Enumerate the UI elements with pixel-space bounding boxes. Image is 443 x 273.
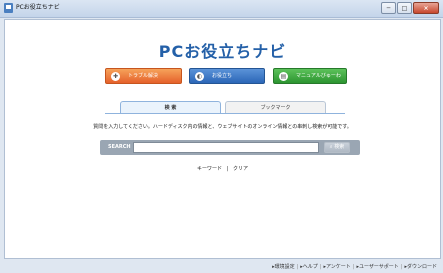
manual-button[interactable]: ▤ マニュアルびゅーわ bbox=[273, 68, 347, 84]
search-button-label: 検索 bbox=[334, 144, 345, 150]
maximize-button[interactable]: □ bbox=[397, 2, 412, 14]
manual-label: マニュアルびゅーわ bbox=[296, 73, 341, 79]
footer-separator: | bbox=[400, 264, 403, 270]
footer-links: ▸環境設定 | ▸ヘルプ | ▸アンケート | ▸ユーザーサポート | ▸ダウンロード bbox=[272, 263, 437, 270]
footer-separator: | bbox=[352, 264, 355, 270]
footer-separator: | bbox=[296, 264, 299, 270]
otasuke-button[interactable]: ◐ お役立ち bbox=[189, 68, 265, 84]
search-links: キーワード | クリア bbox=[5, 165, 440, 172]
tab-divider bbox=[105, 113, 345, 114]
search-icon: ⌕ bbox=[329, 144, 333, 150]
search-button[interactable]: ⌕ 検索 bbox=[324, 142, 350, 153]
info-icon: ◐ bbox=[195, 72, 204, 81]
search-input[interactable] bbox=[133, 142, 319, 153]
search-bar: SEARCH ⌕ 検索 bbox=[100, 140, 360, 155]
title-bar: PCお役立ちナビ ─ □ × bbox=[0, 0, 443, 18]
trouble-label: トラブル解決 bbox=[128, 73, 159, 79]
close-button[interactable]: × bbox=[413, 2, 439, 14]
footer-support-link[interactable]: ▸ユーザーサポート bbox=[356, 264, 398, 270]
otasuke-label: お役立ち bbox=[212, 73, 233, 79]
footer-survey-link[interactable]: ▸アンケート bbox=[323, 264, 350, 270]
search-description: 質問を入力してください。ハードディスク内の情報と、ウェブサイトのオンライン情報と… bbox=[93, 124, 352, 130]
page-logo: PCお役立ちナビ bbox=[158, 42, 287, 61]
app-icon bbox=[4, 3, 13, 13]
footer-help-link[interactable]: ▸ヘルプ bbox=[300, 264, 318, 270]
minimize-button[interactable]: ─ bbox=[381, 2, 396, 14]
clear-link[interactable]: クリア bbox=[233, 166, 248, 172]
footer-settings-link[interactable]: ▸環境設定 bbox=[272, 264, 295, 270]
footer-bar: ▸環境設定 | ▸ヘルプ | ▸アンケート | ▸ユーザーサポート | ▸ダウンロード bbox=[0, 259, 443, 273]
search-label: SEARCH bbox=[108, 144, 131, 150]
manual-icon: ▤ bbox=[279, 72, 288, 81]
window-title: PCお役立ちナビ bbox=[16, 4, 60, 11]
keyword-link[interactable]: キーワード bbox=[197, 166, 222, 172]
footer-separator: | bbox=[319, 264, 322, 270]
main-content: PCお役立ちナビ ✚ トラブル解決 ◐ お役立ち ▤ マニュアルびゅーわ 検 索… bbox=[4, 19, 441, 259]
footer-download-link[interactable]: ▸ダウンロード bbox=[404, 264, 437, 270]
links-separator: | bbox=[226, 166, 229, 172]
trouble-button[interactable]: ✚ トラブル解決 bbox=[105, 68, 182, 84]
tools-icon: ✚ bbox=[111, 72, 120, 81]
